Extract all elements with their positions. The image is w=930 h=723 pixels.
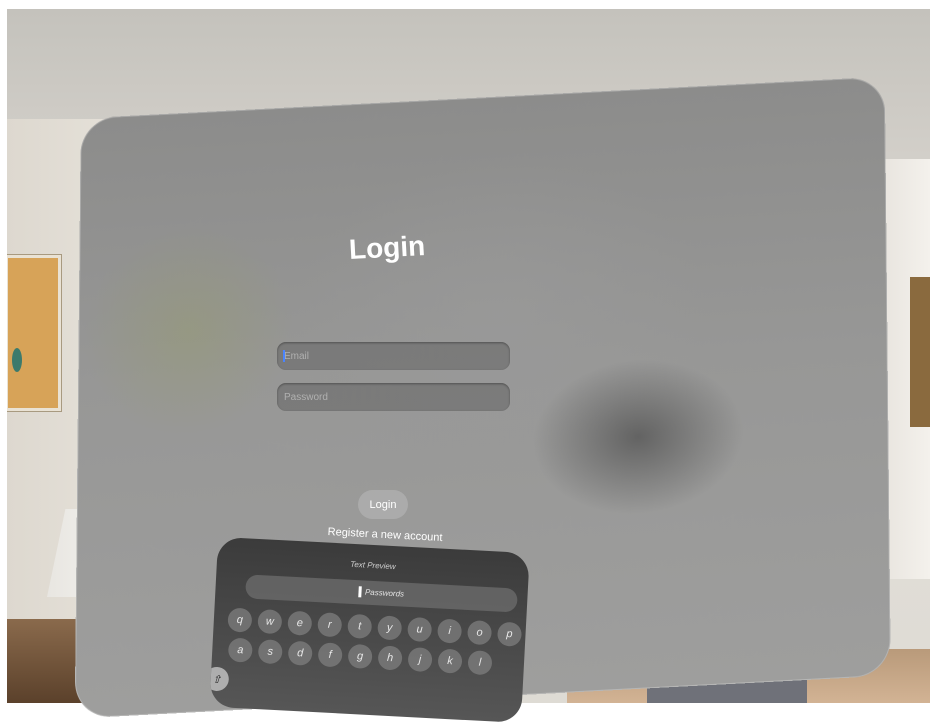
key-s[interactable]: s (257, 639, 283, 665)
key-u[interactable]: u (407, 616, 433, 643)
email-input[interactable] (277, 342, 510, 370)
key-w[interactable]: w (257, 609, 283, 635)
email-field[interactable] (277, 342, 510, 370)
key-p[interactable]: p (496, 621, 523, 647)
password-input[interactable] (277, 383, 510, 411)
suggestion-label: Passwords (364, 587, 405, 599)
text-caret (283, 350, 285, 362)
key-t[interactable]: t (347, 613, 373, 639)
login-button[interactable]: Login (358, 490, 408, 519)
shift-icon[interactable]: ⇧ (209, 666, 230, 692)
key-y[interactable]: y (377, 615, 403, 641)
key-e[interactable]: e (287, 610, 313, 636)
key-r[interactable]: r (317, 612, 343, 638)
key-f[interactable]: f (317, 642, 343, 668)
painting-leaf (12, 348, 22, 372)
key-h[interactable]: h (377, 645, 403, 671)
key-k[interactable]: k (437, 648, 463, 674)
password-field[interactable] (277, 383, 510, 411)
keyboard-row-3: ⇧ (209, 666, 230, 692)
key-g[interactable]: g (347, 643, 373, 670)
key-o[interactable]: o (466, 620, 493, 646)
key-d[interactable]: d (287, 640, 313, 666)
key-j[interactable]: j (407, 646, 433, 673)
password-suggestion[interactable]: Passwords (245, 574, 518, 613)
key-q[interactable]: q (227, 607, 253, 633)
key-l[interactable]: l (467, 650, 493, 676)
wooden-shelf (910, 277, 930, 427)
key-i[interactable]: i (436, 618, 463, 644)
key-icon (358, 586, 363, 598)
wall-painting (7, 255, 61, 411)
key-a[interactable]: a (227, 637, 253, 663)
page-title: Login (348, 230, 426, 265)
virtual-keyboard: Text Preview Passwords qwertyuiop asdfgh… (209, 536, 530, 723)
